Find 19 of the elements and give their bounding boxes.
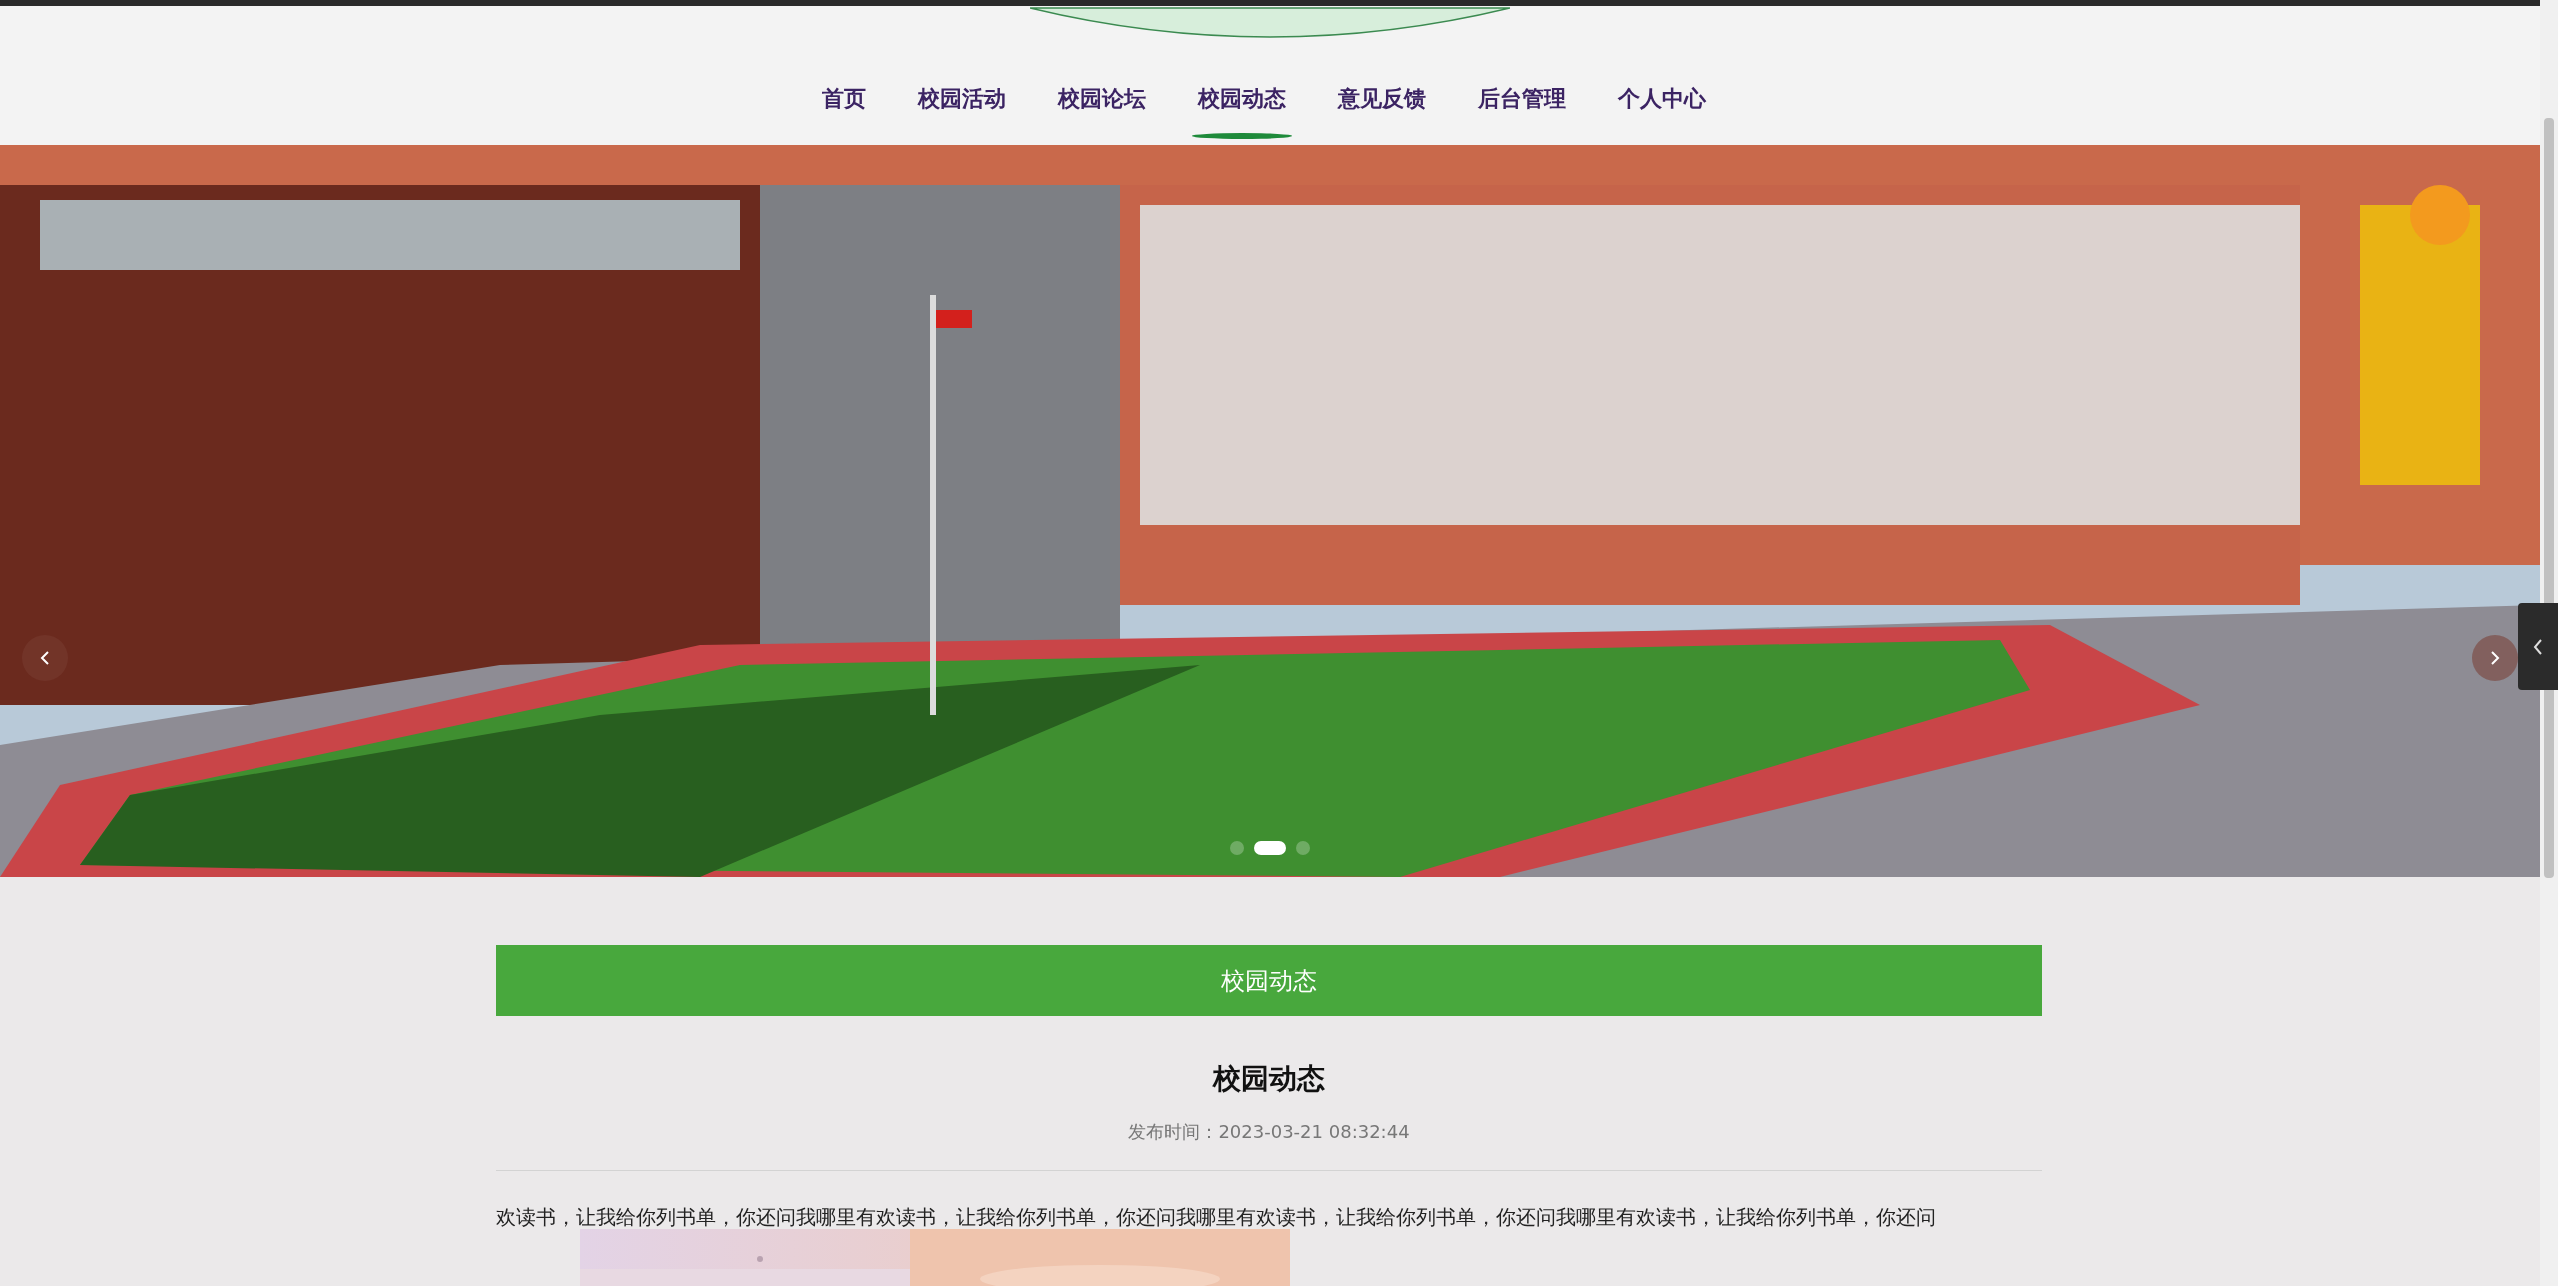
nav-item[interactable]: 校园动态 — [1172, 74, 1312, 140]
side-toggle-button[interactable] — [2518, 603, 2558, 690]
previous-button[interactable] — [22, 635, 68, 681]
chevron-left-icon — [39, 649, 51, 667]
article-title: 校园动态 — [1213, 1061, 1325, 1097]
nav-item[interactable]: 首页 — [796, 74, 892, 140]
publish-date: 发布时间：2023-03-21 08:32:44 — [1128, 1120, 1410, 1144]
nav-item[interactable]: 校园活动 — [892, 74, 1032, 140]
nav-item[interactable]: 校园论坛 — [1032, 74, 1172, 140]
nav-item[interactable]: 后台管理 — [1452, 74, 1592, 140]
nav-item[interactable]: 意见反馈 — [1312, 74, 1452, 140]
chevron-right-icon — [2489, 649, 2501, 667]
article-text: 欢读书，让我给你列书单，你还问我哪里有欢读书，让我给你列书单，你还问我哪里有欢读书，让我给你列书单，你还问我哪里有欢读书，让我给你列书单，你还问 — [496, 1205, 1937, 1229]
scrollbar[interactable] — [2540, 0, 2558, 1286]
section-header: 校园动态 — [496, 945, 2042, 1016]
carousel-dot[interactable] — [1296, 841, 1310, 855]
next-button[interactable] — [2472, 635, 2518, 681]
nav-item[interactable]: 个人中心 — [1592, 74, 1732, 140]
carousel-dot[interactable] — [1230, 841, 1244, 855]
